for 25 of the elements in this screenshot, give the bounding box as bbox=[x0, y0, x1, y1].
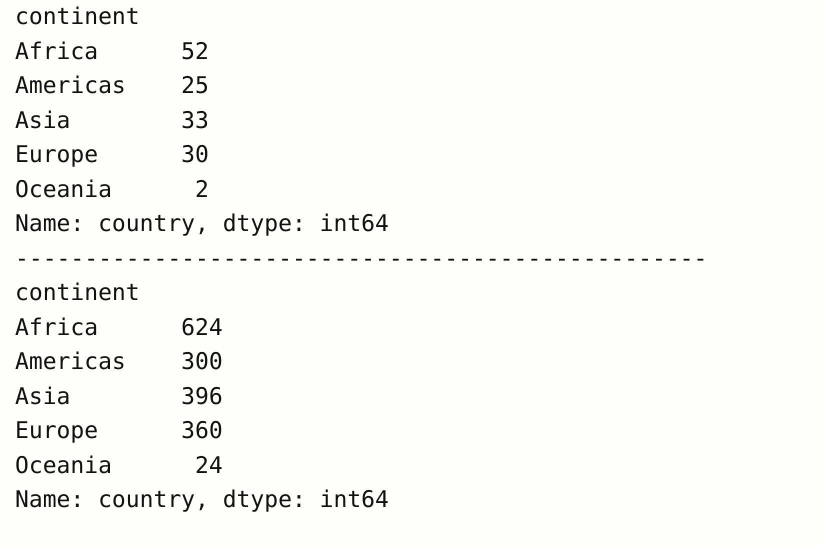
row-label: Europe bbox=[15, 417, 100, 446]
row-label: Oceania bbox=[15, 176, 113, 204]
row-label: Americas bbox=[15, 348, 127, 377]
row-label: Americas bbox=[15, 72, 127, 101]
row-value: 360 bbox=[181, 417, 223, 446]
row-label: Africa bbox=[15, 314, 100, 342]
row-value: 33 bbox=[181, 106, 209, 136]
separator-line: -------------------------------------------------- bbox=[15, 244, 708, 274]
row-value: 300 bbox=[181, 348, 223, 377]
index-name: continent bbox=[15, 3, 140, 32]
series-footer: Name: country, dtype: int64 bbox=[15, 483, 389, 518]
row-label: Europe bbox=[15, 141, 100, 170]
row-label: Asia bbox=[15, 382, 72, 412]
row-value: 30 bbox=[181, 141, 209, 170]
row-value: 25 bbox=[181, 72, 209, 101]
row-label: Oceania bbox=[15, 452, 113, 480]
series-footer: Name: country, dtype: int64 bbox=[15, 207, 389, 242]
row-value: 52 bbox=[181, 38, 209, 66]
index-name: continent bbox=[15, 279, 140, 308]
row-value: 2 bbox=[194, 176, 209, 204]
row-value: 24 bbox=[194, 452, 223, 480]
row-value: 624 bbox=[181, 314, 223, 342]
row-label: Asia bbox=[15, 106, 72, 136]
row-value: 396 bbox=[181, 382, 223, 412]
row-label: Africa bbox=[15, 38, 100, 66]
